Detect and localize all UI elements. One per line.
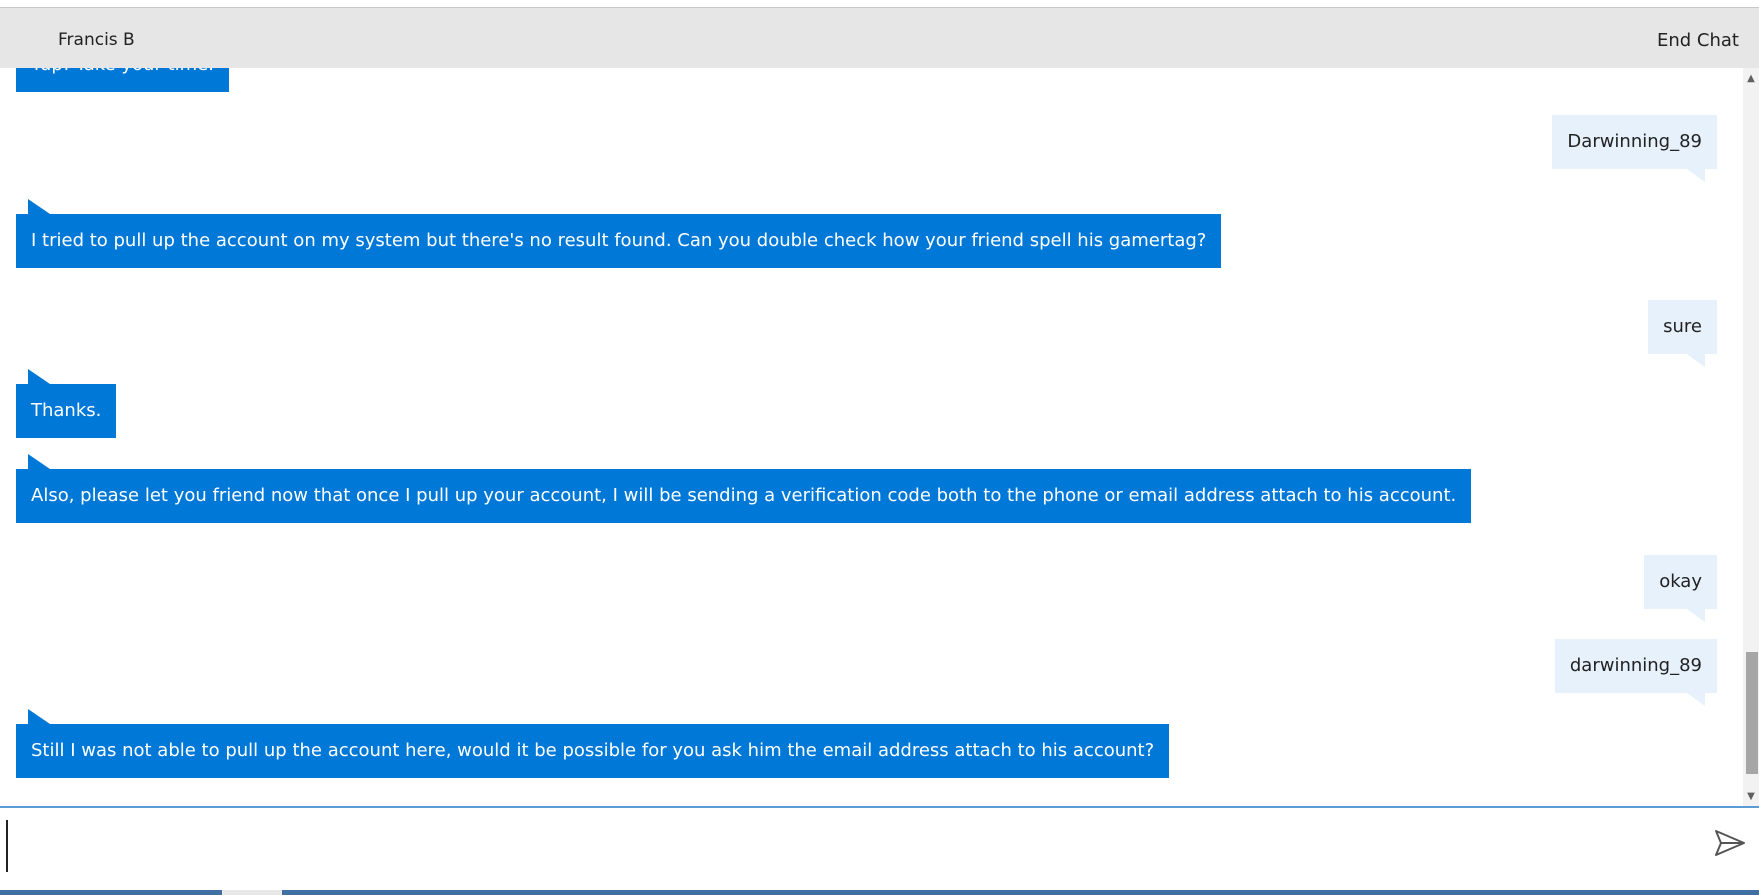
send-button[interactable]	[1713, 826, 1747, 860]
message-input[interactable]	[6, 820, 1696, 872]
user-message: sure	[1648, 300, 1717, 367]
end-chat-button[interactable]: End Chat	[1657, 30, 1739, 51]
chat-header: Francis B End Chat	[0, 8, 1759, 68]
chat-window: Francis B End Chat Yup! Take your time. …	[0, 0, 1759, 895]
scroll-thumb[interactable]	[1746, 652, 1758, 774]
agent-name: Francis B	[58, 30, 135, 50]
agent-message: Also, please let you friend now that onc…	[16, 454, 1472, 523]
message-composer	[0, 806, 1759, 890]
taskbar-tab[interactable]	[222, 890, 282, 895]
agent-message: Yup! Take your time.	[16, 68, 229, 92]
agent-message: Thanks.	[16, 369, 117, 438]
window-top-strip	[0, 0, 1759, 8]
user-message: okay	[1644, 555, 1717, 622]
user-message: darwinning_89	[1554, 639, 1717, 706]
user-message: Darwinning_89	[1552, 115, 1717, 182]
scroll-up-arrow-icon[interactable]: ▲	[1743, 72, 1759, 86]
agent-message: I tried to pull up the account on my sys…	[16, 199, 1222, 268]
scroll-down-arrow-icon[interactable]: ▼	[1743, 790, 1759, 804]
transcript-scrollbar[interactable]: ▲ ▼	[1743, 68, 1759, 806]
send-icon	[1715, 830, 1745, 856]
chat-transcript: Yup! Take your time. Darwinning_89 I tri…	[0, 68, 1759, 806]
agent-message: Still I was not able to pull up the acco…	[16, 709, 1170, 778]
